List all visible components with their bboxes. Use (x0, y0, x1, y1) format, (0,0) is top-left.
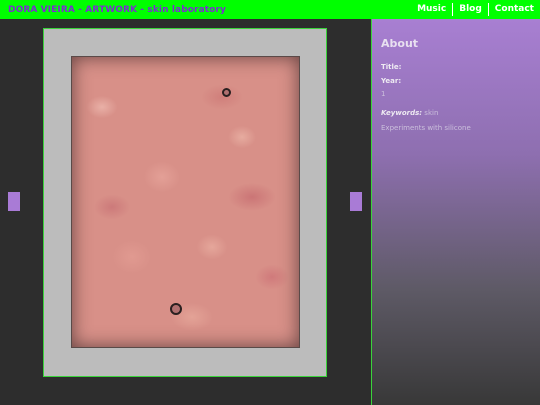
artwork-image[interactable] (71, 56, 300, 348)
nav-link-blog[interactable]: Blog (452, 3, 488, 16)
nav-link-music[interactable]: Music (411, 3, 452, 16)
keywords-value[interactable]: skin (424, 109, 438, 117)
prev-arrow-button[interactable] (8, 192, 20, 211)
artwork-frame (43, 28, 327, 377)
keywords-field: Keywords: skin (381, 108, 531, 118)
title-label: Title: (381, 63, 402, 71)
main-nav: Music Blog Contact (411, 0, 534, 19)
next-arrow-button[interactable] (350, 192, 362, 211)
site-title[interactable]: DORA VIEIRA - ARTWORK - skin laboratory (8, 5, 226, 15)
top-bar: DORA VIEIRA - ARTWORK - skin laboratory … (0, 0, 540, 19)
year-value: 1 (381, 90, 386, 98)
about-heading: About (381, 37, 419, 50)
keywords-label: Keywords: (381, 109, 423, 117)
artwork-pore-top (222, 88, 231, 97)
about-sidebar: About Title: Year: 1 Keywords: skin Expe… (371, 19, 540, 405)
year-label: Year: (381, 77, 402, 85)
artwork-pore-bottom (170, 303, 182, 315)
artwork-description: Experiments with silicone (381, 124, 471, 132)
title-field: Title: (381, 62, 531, 72)
year-field: Year: (381, 76, 531, 86)
artwork-viewer (0, 19, 371, 405)
nav-link-contact[interactable]: Contact (487, 3, 534, 16)
